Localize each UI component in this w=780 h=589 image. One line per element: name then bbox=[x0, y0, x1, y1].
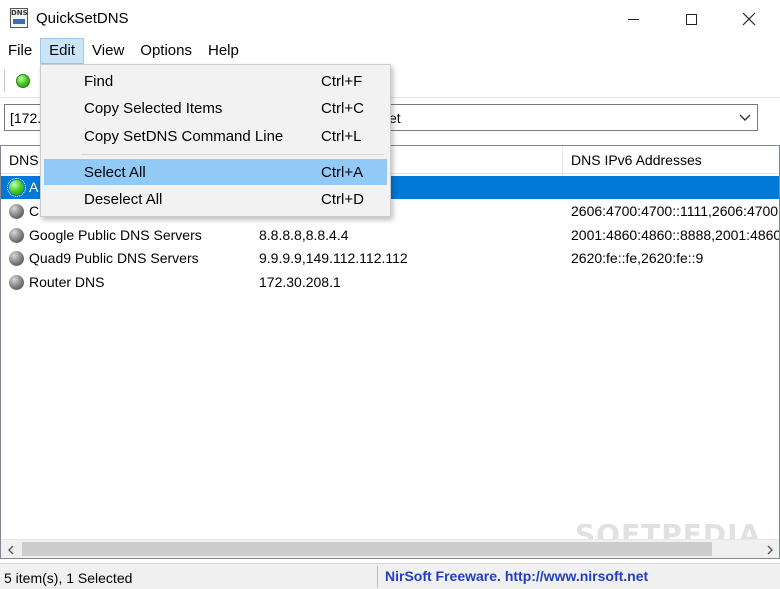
menu-bar: File Edit View Options Help bbox=[0, 38, 780, 64]
row-name: Quad9 Public DNS Servers bbox=[29, 250, 199, 266]
table-row[interactable]: Google Public DNS Servers 8.8.8.8,8.8.4.… bbox=[1, 224, 780, 247]
edit-menu-dropdown: Find Ctrl+F Copy Selected Items Ctrl+C C… bbox=[40, 64, 391, 217]
menu-file[interactable]: File bbox=[0, 38, 40, 64]
menu-item-shortcut: Ctrl+C bbox=[321, 100, 364, 117]
row-name: Router DNS bbox=[29, 274, 105, 290]
row-ipv6: 2606:4700:4700::1111,2606:4700: bbox=[571, 203, 780, 219]
table-row[interactable]: Quad9 Public DNS Servers 9.9.9.9,149.112… bbox=[1, 247, 779, 270]
row-ipv6: 2620:fe::fe,2620:fe::9 bbox=[571, 250, 704, 266]
row-ipv4: 172.30.208.1 bbox=[259, 274, 341, 290]
row-name: Google Public DNS Servers bbox=[29, 227, 202, 243]
set-dns-green-icon[interactable] bbox=[16, 74, 30, 88]
menu-item-shortcut: Ctrl+D bbox=[321, 191, 364, 208]
menu-separator bbox=[81, 154, 384, 155]
menu-item-shortcut: Ctrl+F bbox=[321, 73, 363, 90]
maximize-button[interactable] bbox=[668, 0, 714, 38]
close-icon bbox=[742, 12, 756, 26]
status-bar: 5 item(s), 1 Selected NirSoft Freeware. … bbox=[0, 563, 780, 589]
status-separator bbox=[377, 566, 378, 588]
app-icon: DNS bbox=[10, 8, 28, 28]
row-ipv6 bbox=[571, 271, 779, 294]
close-button[interactable] bbox=[726, 0, 772, 38]
menu-edit[interactable]: Edit bbox=[40, 38, 85, 64]
scroll-thumb[interactable] bbox=[22, 542, 712, 556]
chevron-left-icon bbox=[7, 545, 13, 554]
menu-view[interactable]: View bbox=[84, 38, 132, 64]
combo-value-left: [172. bbox=[10, 110, 42, 126]
gray-dot-icon bbox=[9, 251, 24, 266]
menu-item-shortcut: Ctrl+A bbox=[321, 164, 364, 181]
scroll-left-button[interactable] bbox=[1, 540, 20, 558]
menu-item-label: Copy Selected Items bbox=[84, 100, 223, 117]
menu-item-label: Find bbox=[84, 73, 114, 90]
menu-item-label: Select All bbox=[84, 164, 146, 181]
column-header-ipv6[interactable]: DNS IPv6 Addresses bbox=[563, 146, 779, 174]
menu-item-copy-command-line[interactable]: Copy SetDNS Command Line Ctrl+L bbox=[44, 123, 387, 149]
menu-item-deselect-all[interactable]: Deselect All Ctrl+D bbox=[44, 186, 387, 212]
nirsoft-link[interactable]: NirSoft Freeware. http://www.nirsoft.net bbox=[385, 568, 648, 584]
row-ipv6 bbox=[571, 176, 779, 199]
chevron-right-icon bbox=[767, 545, 773, 554]
table-row[interactable]: Router DNS 172.30.208.1 bbox=[1, 271, 779, 294]
status-item-count: 5 item(s), 1 Selected bbox=[4, 570, 133, 586]
horizontal-scrollbar[interactable] bbox=[1, 539, 779, 558]
window-title: QuickSetDNS bbox=[36, 10, 129, 27]
menu-item-label: Deselect All bbox=[84, 191, 163, 208]
row-ipv6: 2001:4860:4860::8888,2001:4860: bbox=[571, 227, 780, 243]
title-bar: DNS QuickSetDNS bbox=[0, 0, 780, 38]
row-ipv4: 8.8.8.8,8.8.4.4 bbox=[259, 227, 349, 243]
menu-item-copy-selected[interactable]: Copy Selected Items Ctrl+C bbox=[44, 95, 387, 121]
menu-item-shortcut: Ctrl+L bbox=[321, 128, 362, 145]
gray-dot-icon bbox=[9, 228, 24, 243]
maximize-icon bbox=[685, 13, 697, 25]
scroll-right-button[interactable] bbox=[760, 540, 779, 558]
minimize-icon bbox=[627, 18, 639, 20]
minimize-button[interactable] bbox=[610, 0, 656, 38]
menu-item-label: Copy SetDNS Command Line bbox=[84, 128, 284, 145]
menu-options[interactable]: Options bbox=[132, 38, 200, 64]
gray-dot-icon bbox=[9, 275, 24, 290]
menu-item-find[interactable]: Find Ctrl+F bbox=[44, 68, 387, 94]
menu-help[interactable]: Help bbox=[200, 38, 247, 64]
green-dot-icon bbox=[7, 178, 26, 197]
row-ipv4: 9.9.9.9,149.112.112.112 bbox=[259, 250, 408, 266]
chevron-down-icon[interactable] bbox=[738, 112, 752, 124]
toolbar-separator bbox=[4, 70, 5, 92]
app-icon-label: DNS bbox=[11, 9, 28, 17]
gray-dot-icon bbox=[9, 204, 24, 219]
menu-item-select-all[interactable]: Select All Ctrl+A bbox=[44, 159, 387, 185]
